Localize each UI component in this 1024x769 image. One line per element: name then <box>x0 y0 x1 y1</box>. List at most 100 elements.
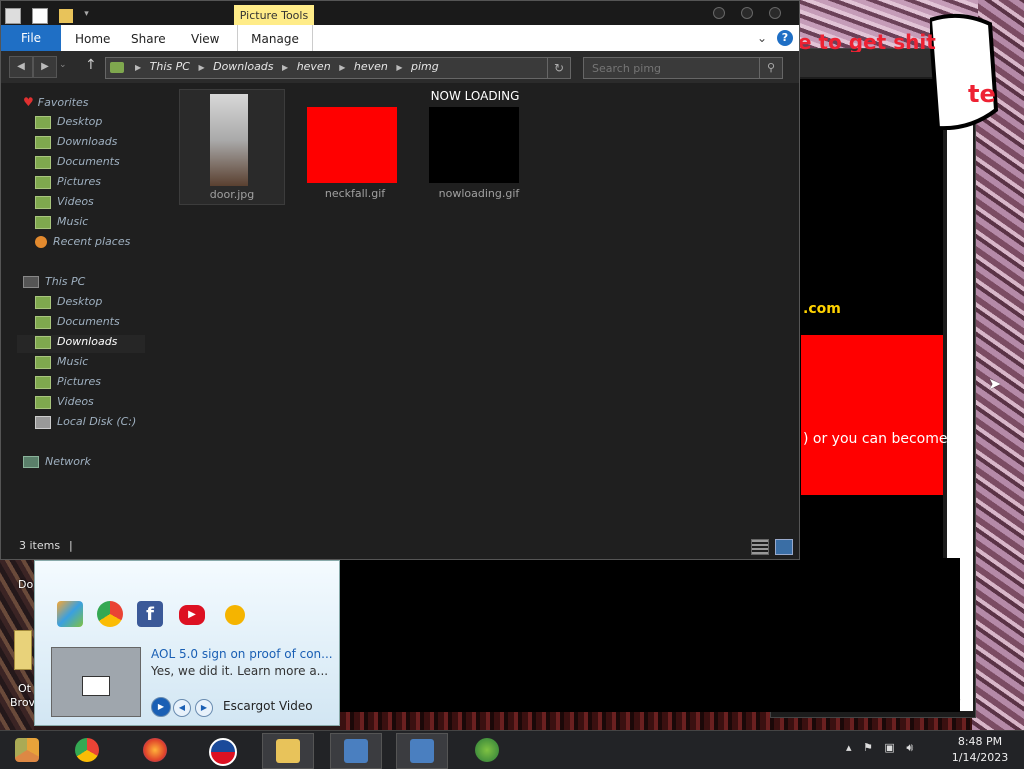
file-name: nowloading.gif <box>438 187 520 200</box>
folder-icon <box>110 62 124 73</box>
file-thumbnail <box>429 107 519 183</box>
help-icon[interactable]: ? <box>777 30 793 46</box>
nav-fav-music[interactable]: Music <box>35 215 88 233</box>
documents-icon <box>35 315 51 329</box>
file-explorer-window[interactable]: ▾ Picture Tools File Home Share View Man… <box>0 0 800 560</box>
file-item[interactable]: neckfall.gif <box>303 89 407 203</box>
desktop-icon-label[interactable]: Do <box>18 578 33 591</box>
taskbar-obama-app[interactable] <box>196 733 246 767</box>
up-arrow-icon[interactable]: ↑ <box>85 57 97 73</box>
nav-fav-desktop[interactable]: Desktop <box>35 115 102 133</box>
nav-label: Music <box>57 215 89 228</box>
chrome-icon[interactable] <box>97 601 123 627</box>
close-button[interactable] <box>769 7 781 19</box>
taskbar-network-tool-2[interactable] <box>396 733 448 769</box>
youtube-icon[interactable]: ▶ <box>179 605 205 625</box>
play-icon[interactable]: ▶ <box>151 697 171 717</box>
nav-pc-desktop[interactable]: Desktop <box>35 295 102 313</box>
clock[interactable]: 8:48 PM 1/14/2023 <box>948 734 1012 766</box>
mouse-cursor-icon: ➤ <box>988 374 1002 393</box>
next-icon[interactable]: ▶ <box>195 699 213 717</box>
nav-pc-downloads[interactable]: Downloads <box>17 335 145 353</box>
nav-favorites[interactable]: ♥ Favorites <box>23 95 88 113</box>
minimize-button[interactable] <box>713 7 725 19</box>
clock-time: 8:48 PM <box>957 735 1003 748</box>
taskbar-chrome[interactable] <box>62 733 112 767</box>
network-icon[interactable]: ▣ <box>884 741 894 754</box>
folder-icon[interactable] <box>14 630 32 670</box>
desktop-icon-label[interactable]: Brov <box>10 696 35 709</box>
file-name: neckfall.gif <box>324 187 386 200</box>
nav-pc-documents[interactable]: Documents <box>35 315 120 333</box>
volume-icon[interactable]: 🔊︎ <box>906 741 913 755</box>
back-button[interactable]: ◀ <box>9 56 33 78</box>
tab-view[interactable]: View <box>191 25 219 51</box>
status-divider: | <box>69 539 73 552</box>
file-item[interactable]: NOW LOADING nowloading.gif <box>427 89 531 203</box>
tab-share[interactable]: Share <box>131 25 166 51</box>
refresh-icon[interactable]: ↻ <box>547 58 570 78</box>
breadcrumb-item[interactable]: This PC <box>150 60 190 73</box>
nav-label: Downloads <box>57 135 118 148</box>
large-icons-view-icon[interactable] <box>775 539 793 555</box>
nav-fav-videos[interactable]: Videos <box>35 195 94 213</box>
breadcrumb[interactable]: ▶ This PC ▶ Downloads ▶ heven ▶ heven ▶ … <box>130 60 439 73</box>
nav-pc-pictures[interactable]: Pictures <box>35 375 101 393</box>
tab-home[interactable]: Home <box>75 25 110 51</box>
nav-pc-local-disk[interactable]: Local Disk (C:) <box>35 415 136 433</box>
tab-manage[interactable]: Manage <box>237 25 313 51</box>
taskbar-network-tool-1[interactable] <box>330 733 382 769</box>
nav-network[interactable]: Network <box>23 455 91 473</box>
breadcrumb-separator-icon[interactable]: ▶ <box>396 63 402 72</box>
title-bar[interactable]: ▾ Picture Tools <box>1 1 799 27</box>
properties-icon[interactable] <box>32 7 49 24</box>
video-thumbnail[interactable] <box>51 647 141 717</box>
previous-icon[interactable]: ◀ <box>173 699 191 717</box>
taskbar-file-explorer[interactable] <box>262 733 314 769</box>
forward-button[interactable]: ▶ <box>33 56 57 78</box>
desktop-icon-label[interactable]: Ot <box>18 682 31 695</box>
breadcrumb-separator-icon[interactable]: ▶ <box>339 63 345 72</box>
taskbar-msn-messenger[interactable] <box>462 733 512 767</box>
nav-fav-documents[interactable]: Documents <box>35 155 120 173</box>
new-folder-icon[interactable] <box>59 8 74 23</box>
nav-fav-recent[interactable]: Recent places <box>35 235 130 253</box>
taskbar-firefox[interactable] <box>130 733 180 767</box>
nav-label: Videos <box>57 395 94 408</box>
expand-ribbon-icon[interactable]: ⌄ <box>757 31 767 45</box>
tab-file[interactable]: File <box>1 25 61 51</box>
media-window[interactable] <box>340 558 960 712</box>
chevron-down-icon[interactable]: ▾ <box>84 9 98 23</box>
chevron-up-icon[interactable]: ▴ <box>846 741 852 754</box>
breadcrumb-separator-icon[interactable]: ▶ <box>135 63 141 72</box>
video-gadget[interactable]: f ▶ AOL 5.0 sign on proof of con... Yes,… <box>34 560 340 726</box>
search-box[interactable]: ⚲ <box>583 57 783 79</box>
breadcrumb-item[interactable]: pimg <box>411 60 439 73</box>
nav-fav-pictures[interactable]: Pictures <box>35 175 101 193</box>
weather-sun-icon[interactable] <box>225 605 245 625</box>
video-title[interactable]: AOL 5.0 sign on proof of con... <box>151 647 333 661</box>
nav-label: Documents <box>57 315 120 328</box>
breadcrumb-item[interactable]: heven <box>354 60 388 73</box>
flag-icon[interactable]: ⚑ <box>863 741 873 754</box>
search-input[interactable] <box>584 58 762 78</box>
window-folder-icon[interactable] <box>5 7 21 24</box>
address-bar[interactable]: ▶ This PC ▶ Downloads ▶ heven ▶ heven ▶ … <box>105 57 571 79</box>
nav-this-pc[interactable]: This PC <box>23 275 85 293</box>
breadcrumb-separator-icon[interactable]: ▶ <box>282 63 288 72</box>
facebook-icon[interactable]: f <box>137 601 163 627</box>
breadcrumb-item[interactable]: heven <box>297 60 331 73</box>
file-item[interactable]: door.jpg <box>179 89 285 205</box>
maximize-button[interactable] <box>741 7 753 19</box>
pictures-icon <box>35 175 51 189</box>
nav-fav-downloads[interactable]: Downloads <box>35 135 117 153</box>
nav-pc-music[interactable]: Music <box>35 355 88 373</box>
details-view-icon[interactable] <box>751 539 769 555</box>
taskbar-chrome-canary[interactable] <box>2 733 52 767</box>
nav-pc-videos[interactable]: Videos <box>35 395 94 413</box>
msn-butterfly-icon[interactable] <box>57 601 83 627</box>
breadcrumb-separator-icon[interactable]: ▶ <box>198 63 204 72</box>
search-icon[interactable]: ⚲ <box>759 58 782 78</box>
breadcrumb-item[interactable]: Downloads <box>213 60 273 73</box>
recent-locations-icon[interactable]: ⌄ <box>59 60 67 70</box>
